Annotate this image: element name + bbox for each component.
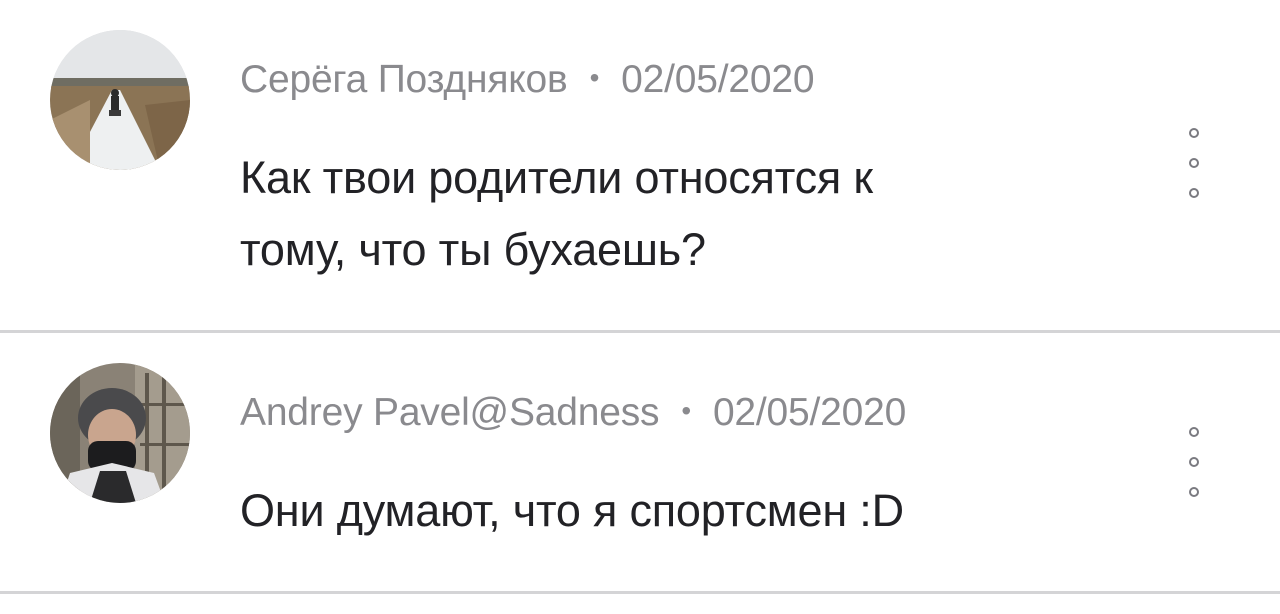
comment-text-line: Как твои родители относятся к [240, 152, 873, 203]
more-options-icon [1189, 158, 1199, 168]
avatar[interactable] [50, 30, 190, 170]
comment-date: 02/05/2020 [712, 391, 907, 434]
author-name[interactable]: Andrey Pavel@Sadness [240, 391, 660, 434]
avatar[interactable] [50, 363, 190, 503]
comment-text-line: тому, что ты бухаешь? [240, 224, 706, 275]
more-options-icon [1189, 188, 1199, 198]
comment-meta: Серёга Поздняков • 02/05/2020 [240, 58, 815, 102]
comment-text: Как твои родители относятся к тому, что … [240, 142, 1060, 286]
more-options-button[interactable] [1177, 128, 1211, 198]
comment-text: Они думают, что я спортсмен :D [240, 475, 1060, 547]
more-options-icon [1189, 487, 1199, 497]
comment-text-line: Они думают, что я спортсмен :D [240, 485, 904, 536]
more-options-icon [1189, 427, 1199, 437]
comment-meta: Andrey Pavel@Sadness • 02/05/2020 [240, 391, 906, 435]
more-options-icon [1189, 457, 1199, 467]
avatar-photo-icon [50, 30, 190, 170]
meta-separator: • [589, 61, 600, 93]
author-name[interactable]: Серёга Поздняков [240, 58, 568, 101]
avatar-photo-icon [50, 363, 190, 503]
divider [0, 591, 1280, 594]
more-options-icon [1189, 128, 1199, 138]
comment-item: Серёга Поздняков • 02/05/2020 Как твои род… [0, 0, 1280, 330]
meta-separator: • [681, 394, 691, 426]
comment-date: 02/05/2020 [621, 58, 815, 101]
comment-item: Andrey Pavel@Sadness • 02/05/2020 Они дума… [0, 333, 1280, 591]
more-options-button[interactable] [1177, 427, 1211, 497]
